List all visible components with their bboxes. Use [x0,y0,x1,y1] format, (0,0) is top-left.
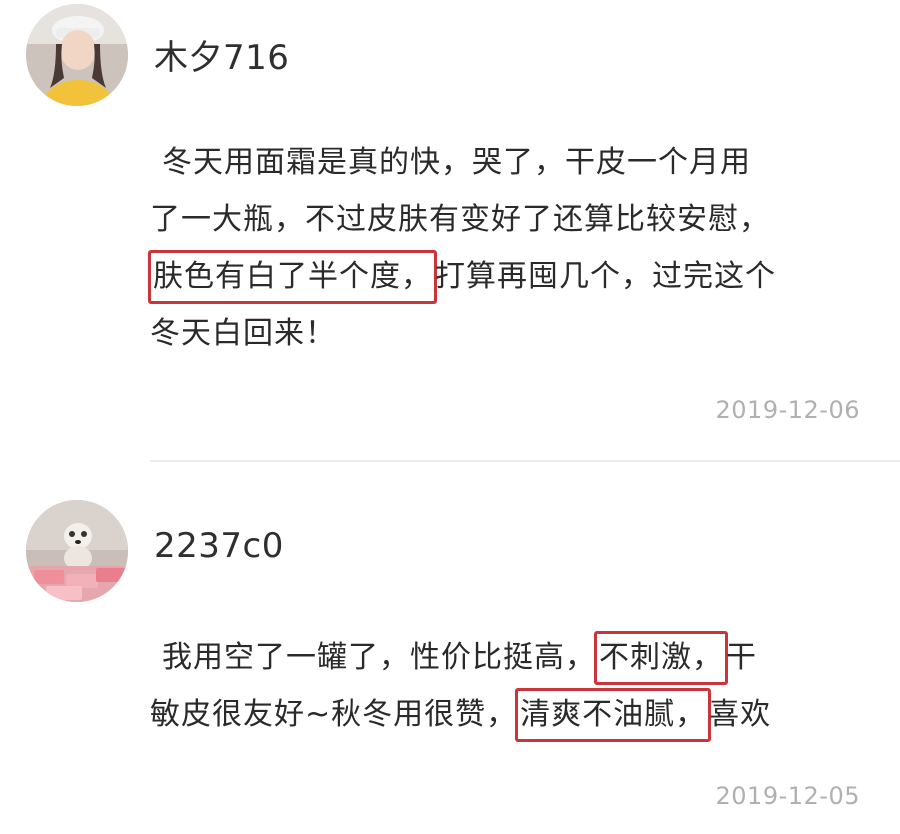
highlight-box: 肤色有白了半个度， [148,250,437,304]
comment-item: 木夕716 冬天用面霜是真的快，哭了，干皮一个月用 了一大瓶，不过皮肤有变好了还… [0,0,900,460]
comment-date: 2019-12-06 [715,396,860,424]
comment-line: 敏皮很友好~秋冬用很赞， 清爽不油腻， 喜欢 [150,686,862,743]
highlight-box: 不刺激， [594,631,728,685]
comment-text: 我用空了一罐了，性价比挺高， 不刺激，干 敏皮很友好~秋冬用很赞， 清爽不油腻， 喜欢 [150,629,862,743]
username[interactable]: 2237c0 [154,526,284,566]
highlight-box: 清爽不油腻， [515,688,712,742]
comment-line: 冬天白回来！ [150,316,336,351]
comment-date: 2019-12-05 [715,782,860,810]
user-avatar-icon [26,4,128,106]
avatar[interactable] [26,4,128,106]
avatar[interactable] [26,500,128,602]
comment-item: 2237c0 我用空了一罐了，性价比挺高， 不刺激，干 敏皮很友好~秋冬用很赞，清… [0,462,900,834]
comment-line: 我用空了一罐了，性价比挺高， 不刺激，干 [150,629,862,686]
user-avatar-icon [26,500,128,602]
username[interactable]: 木夕716 [154,30,289,79]
comment-line: 肤色有白了半个度， 打算再囤几个，过完这个 [148,248,862,305]
comment-line: 了一大瓶，不过皮肤有变好了还算比较安慰， [150,202,770,237]
comment-text: 冬天用面霜是真的快，哭了，干皮一个月用 了一大瓶，不过皮肤有变好了还算比较安慰，… [148,134,862,362]
comment-line: 冬天用面霜是真的快，哭了，干皮一个月用 [162,145,751,180]
